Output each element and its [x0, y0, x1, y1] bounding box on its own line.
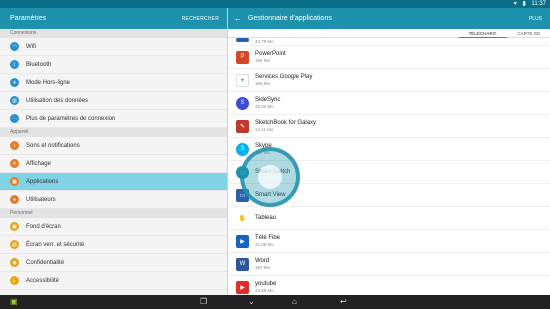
section-appareil: Appareil: [0, 128, 227, 137]
list-item[interactable]: ✋ Tableau: [228, 207, 550, 230]
app-manager-pane: ← Gestionnaire d'applications PLUS TÉLÉC…: [227, 8, 550, 295]
sidebar-item-wallpaper[interactable]: ▣ Fond d'écran: [0, 218, 227, 236]
sketchbook-icon: ✎: [236, 119, 249, 133]
data-usage-icon: ▥: [10, 96, 19, 105]
hand-icon: ✋: [236, 211, 249, 225]
app-size: 43,79 Mo: [255, 39, 274, 44]
youtube-icon: ▶: [236, 280, 249, 294]
settings-pane: Paramètres RECHERCHER Connexions ◠ Wifi ᛒ…: [0, 8, 227, 295]
sidebar-item-wifi[interactable]: ◠ Wifi: [0, 38, 227, 56]
puzzle-icon: ✦: [236, 73, 249, 87]
touch-indicator: [240, 147, 300, 207]
word-icon: W: [236, 257, 249, 271]
wallpaper-icon: ▣: [10, 222, 19, 231]
app-manager-header: ← Gestionnaire d'applications PLUS: [228, 8, 550, 29]
sidebar-item-lock-screen[interactable]: ▤ Écran verr. et sécurité: [0, 236, 227, 254]
sidebar-item-applications[interactable]: ▦ Applications: [0, 173, 227, 191]
sidebar-item-privacy[interactable]: ◉ Confidentialité: [0, 254, 227, 272]
user-icon: ●: [10, 195, 19, 204]
accessibility-icon: ✋: [10, 276, 19, 285]
list-item[interactable]: W Word 197 Mo: [228, 253, 550, 276]
screenshot-icon[interactable]: ▣: [10, 297, 18, 306]
section-personnel: Personnel: [0, 209, 227, 218]
list-item[interactable]: ✦ Services Google Play 160 Mo: [228, 69, 550, 92]
section-connexions: Connexions: [0, 29, 227, 38]
navigation-bar: ▣ ❐ ⌄ ⌂ ↩: [0, 295, 550, 309]
sidebar-item-display[interactable]: ☀ Affichage: [0, 155, 227, 173]
back-arrow-icon[interactable]: ←: [234, 14, 242, 23]
wifi-icon: ◠: [10, 42, 19, 51]
apps-icon: ▦: [10, 177, 19, 186]
back-icon[interactable]: ↩: [340, 297, 347, 306]
sidebar-item-data-usage[interactable]: ▥ Utilisation des données: [0, 92, 227, 110]
list-item[interactable]: ▶ Télé Fibe 42,96 Mo: [228, 230, 550, 253]
more-button[interactable]: PLUS: [529, 16, 542, 22]
tab-bar: TÉLÉCHARG. CARTE SD: [228, 29, 550, 38]
lock-icon: ▤: [10, 240, 19, 249]
settings-header: Paramètres RECHERCHER: [0, 8, 227, 29]
wifi-icon: ▾: [513, 1, 517, 7]
tab-sd-card[interactable]: CARTE SD: [507, 29, 550, 38]
list-item[interactable]: 43,79 Mo: [228, 38, 550, 46]
list-item[interactable]: ▶ youtube 43,59 Mo: [228, 276, 550, 294]
display-icon: ☀: [10, 159, 19, 168]
tab-downloaded[interactable]: TÉLÉCHARG.: [458, 29, 508, 38]
sidebar-item-users[interactable]: ● Utilisateurs: [0, 191, 227, 209]
sidebar-item-bluetooth[interactable]: ᛒ Bluetooth: [0, 56, 227, 74]
settings-title: Paramètres: [10, 15, 47, 22]
status-bar: ▾ ▮ 11:37: [0, 0, 550, 8]
sound-icon: ♪: [10, 141, 19, 150]
page-title: Gestionnaire d'applications: [248, 15, 332, 22]
list-item[interactable]: S SideSync 18,03 Mo: [228, 92, 550, 115]
sidebar-item-sounds[interactable]: ♪ Sons et notifications: [0, 137, 227, 155]
more-connections-icon: ⋯: [10, 114, 19, 123]
sidebar-item-more-connections[interactable]: ⋯ Plus de paramètres de connexion: [0, 110, 227, 128]
sidebar-item-accessibility[interactable]: ✋ Accessibilité: [0, 272, 227, 290]
app-icon: [236, 38, 249, 42]
privacy-icon: ◉: [10, 258, 19, 267]
skype-icon: S: [236, 142, 249, 156]
search-button[interactable]: RECHERCHER: [182, 16, 219, 22]
recent-apps-icon[interactable]: ❐: [200, 297, 207, 306]
sidesync-icon: S: [236, 96, 249, 110]
battery-icon: ▮: [522, 1, 526, 7]
airplane-icon: ✈: [10, 78, 19, 87]
list-item[interactable]: ✎ SketchBook for Galaxy 14,11 Mo: [228, 115, 550, 138]
sidebar-item-airplane-mode[interactable]: ✈ Mode Hors-ligne: [0, 74, 227, 92]
tv-icon: ▶: [236, 234, 249, 248]
clock: 11:37: [531, 1, 546, 7]
chevron-down-icon[interactable]: ⌄: [248, 297, 255, 306]
powerpoint-icon: P: [236, 50, 249, 64]
app-list: 43,79 Mo P PowerPoint 194 Mo ✦ Services Goo…: [228, 38, 550, 294]
list-item[interactable]: P PowerPoint 194 Mo: [228, 46, 550, 69]
home-icon[interactable]: ⌂: [292, 297, 297, 306]
bluetooth-icon: ᛒ: [10, 60, 19, 69]
